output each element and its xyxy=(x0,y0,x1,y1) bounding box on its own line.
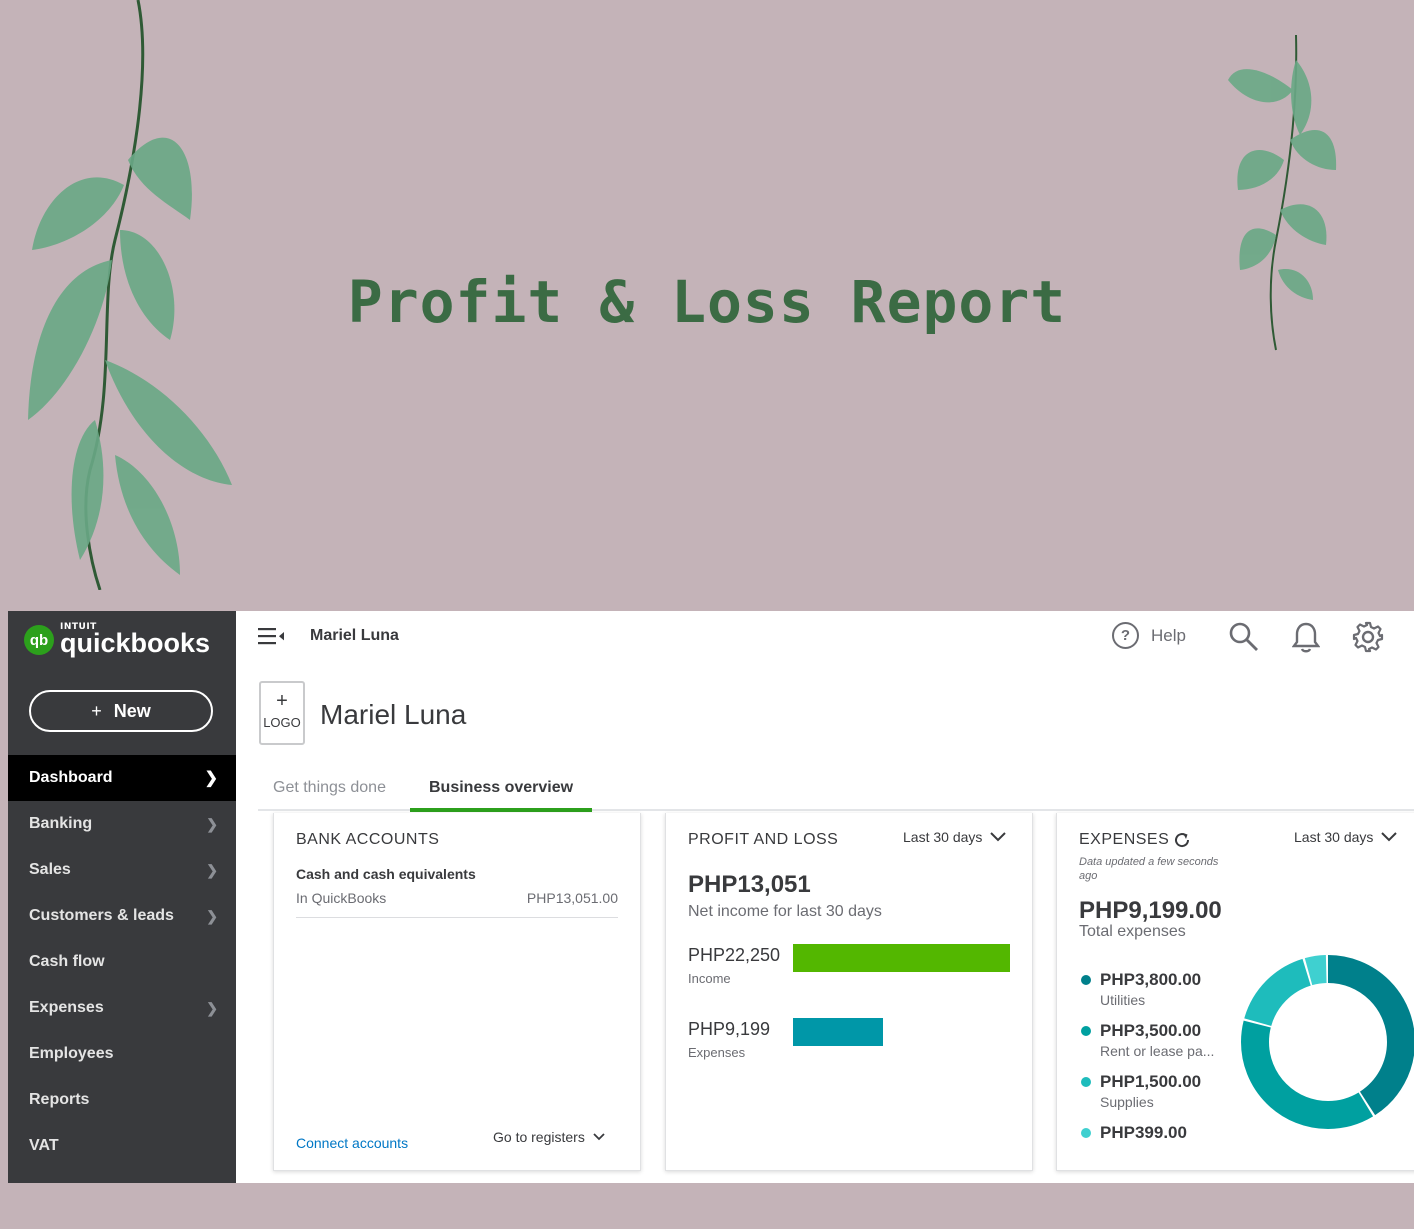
sidebar-item-employees[interactable]: Employees xyxy=(8,1031,236,1077)
income-bar[interactable] xyxy=(793,944,1010,972)
chevron-down-icon xyxy=(593,1133,605,1141)
chevron-right-icon: ❯ xyxy=(206,861,218,878)
card-title: BANK ACCOUNTS xyxy=(296,831,440,848)
tab-business-overview[interactable]: Business overview xyxy=(410,779,593,812)
sidebar-item-banking[interactable]: Banking ❯ xyxy=(8,801,236,847)
plus-icon: + xyxy=(91,700,102,721)
card-title-wrap: EXPENSES xyxy=(1079,831,1191,849)
tab-get-things-done[interactable]: Get things done xyxy=(273,779,386,808)
card-title: EXPENSES xyxy=(1079,831,1170,848)
legend-name: Utilities xyxy=(1100,992,1146,1008)
sidebar-item-label: Employees xyxy=(29,1045,114,1062)
sidebar-item-reports[interactable]: Reports xyxy=(8,1077,236,1123)
sidebar-item-cash-flow[interactable]: Cash flow xyxy=(8,939,236,985)
legend-amount: PHP3,500.00 xyxy=(1100,1021,1202,1040)
range-label: Last 30 days xyxy=(903,829,983,845)
sidebar-item-label: Banking xyxy=(29,815,93,832)
net-income-value: PHP13,051 xyxy=(688,871,811,898)
bank-row: In QuickBooks PHP13,051.00 xyxy=(296,890,618,918)
sidebar-item-label: Sales xyxy=(29,861,71,878)
expenses-card: EXPENSES Last 30 days Data updated a few… xyxy=(1056,813,1414,1171)
quickbooks-window: qb INTUIT quickbooks + New Dashboard ❯ Ba… xyxy=(8,611,1414,1183)
legend-name: Rent or lease pa... xyxy=(1100,1043,1215,1059)
search-icon[interactable] xyxy=(1228,621,1260,653)
bank-row-value: PHP13,051.00 xyxy=(526,890,618,906)
plus-icon: + xyxy=(276,690,288,712)
legend-dot xyxy=(1081,1026,1091,1036)
card-title: PROFIT AND LOSS xyxy=(688,831,839,848)
bank-accounts-card: BANK ACCOUNTS Cash and cash equivalents … xyxy=(273,813,641,1171)
expense-bar[interactable] xyxy=(793,1018,883,1046)
sidebar-item-label: Reports xyxy=(29,1091,90,1108)
pnl-range-dropdown[interactable]: Last 30 days xyxy=(903,829,1007,845)
bank-subtitle: Cash and cash equivalents xyxy=(296,866,476,882)
help-label: Help xyxy=(1151,625,1186,645)
income-label: Income xyxy=(688,971,731,986)
total-expenses-caption: Total expenses xyxy=(1079,923,1186,940)
expenses-range-dropdown[interactable]: Last 30 days xyxy=(1294,829,1398,845)
sidebar-item-customers-leads[interactable]: Customers & leads ❯ xyxy=(8,893,236,939)
expense-label: Expenses xyxy=(688,1045,746,1060)
logo-label: LOGO xyxy=(263,715,301,730)
collapse-menu-icon[interactable] xyxy=(258,627,286,647)
legend-dot xyxy=(1081,975,1091,985)
sidebar-item-expenses[interactable]: Expenses ❯ xyxy=(8,985,236,1031)
chevron-down-icon xyxy=(990,832,1007,842)
chevron-down-icon xyxy=(1381,832,1398,842)
legend-amount: PHP3,800.00 xyxy=(1100,970,1202,989)
brand-name: quickbooks xyxy=(60,628,211,658)
new-button[interactable]: + New xyxy=(29,690,213,732)
refresh-icon[interactable] xyxy=(1173,831,1191,849)
page-title: Profit & Loss Report xyxy=(347,268,1067,336)
go-to-registers-label: Go to registers xyxy=(493,1129,585,1145)
go-to-registers-dropdown[interactable]: Go to registers xyxy=(493,1129,605,1145)
sidebar-item-label: Customers & leads xyxy=(29,907,174,924)
topbar: Mariel Luna ? Help xyxy=(236,611,1414,663)
expense-amount: PHP9,199 xyxy=(688,1019,771,1039)
legend-name: Supplies xyxy=(1100,1094,1154,1110)
expense-legend-item[interactable]: PHP1,500.00 Supplies xyxy=(1081,1072,1241,1110)
sidebar-item-label: Cash flow xyxy=(29,953,105,970)
total-expenses-value: PHP9,199.00 xyxy=(1079,897,1222,924)
chevron-right-icon: ❯ xyxy=(206,999,218,1016)
dashboard-tabs: Get things done Business overview xyxy=(258,771,1414,812)
new-button-label: New xyxy=(113,700,151,721)
sidebar-item-sales[interactable]: Sales ❯ xyxy=(8,847,236,893)
chevron-right-icon: ❯ xyxy=(206,815,218,832)
expense-legend-item[interactable]: PHP399.00 xyxy=(1081,1123,1241,1143)
sidebar-nav: Dashboard ❯ Banking ❯ Sales ❯ Customers & l… xyxy=(8,755,236,1169)
sidebar-item-label: Dashboard xyxy=(29,769,113,786)
legend-dot xyxy=(1081,1128,1091,1138)
help-icon: ? xyxy=(1112,622,1139,649)
quickbooks-brand[interactable]: qb INTUIT quickbooks xyxy=(24,623,210,657)
legend-dot xyxy=(1081,1077,1091,1087)
connect-accounts-link[interactable]: Connect accounts xyxy=(296,1135,408,1151)
expense-legend-item[interactable]: PHP3,800.00 Utilities xyxy=(1081,970,1241,1008)
income-amount: PHP22,250 xyxy=(688,945,781,965)
sidebar-item-vat[interactable]: VAT xyxy=(8,1123,236,1169)
company-name-heading: Mariel Luna xyxy=(320,699,467,730)
net-income-caption: Net income for last 30 days xyxy=(688,903,882,920)
chevron-right-icon: ❯ xyxy=(204,770,218,787)
legend-amount: PHP1,500.00 xyxy=(1100,1072,1202,1091)
quickbooks-logo-icon: qb xyxy=(24,625,54,655)
gear-icon[interactable] xyxy=(1352,621,1384,653)
topbar-company-name: Mariel Luna xyxy=(310,627,399,644)
data-updated-note: Data updated a few seconds ago xyxy=(1079,856,1219,882)
expense-legend-item[interactable]: PHP3,500.00 Rent or lease pa... xyxy=(1081,1021,1241,1059)
sidebar-item-label: Expenses xyxy=(29,999,104,1016)
legend-amount: PHP399.00 xyxy=(1100,1123,1187,1142)
sidebar: qb INTUIT quickbooks + New Dashboard ❯ Ba… xyxy=(8,611,236,1183)
chevron-right-icon: ❯ xyxy=(206,907,218,924)
sidebar-item-dashboard[interactable]: Dashboard ❯ xyxy=(8,755,236,801)
sidebar-item-label: VAT xyxy=(29,1137,59,1154)
help-button[interactable]: ? Help xyxy=(1112,622,1186,649)
range-label: Last 30 days xyxy=(1294,829,1374,845)
add-logo-button[interactable]: + LOGO xyxy=(259,681,305,745)
profit-and-loss-card: PROFIT AND LOSS Last 30 days PHP13,051 N… xyxy=(665,813,1033,1171)
bell-icon[interactable] xyxy=(1292,621,1320,653)
expenses-donut-chart[interactable] xyxy=(1241,955,1414,1129)
bank-row-label: In QuickBooks xyxy=(296,890,387,906)
